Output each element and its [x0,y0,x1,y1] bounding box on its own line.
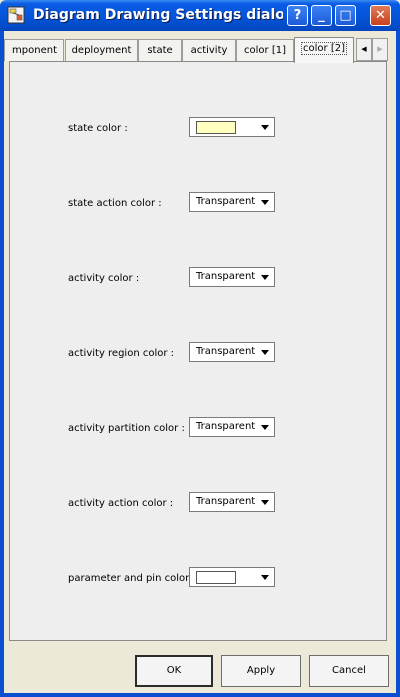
activity-partition-color-value: Transparent [196,421,256,432]
activity-color-combo[interactable]: Transparent [189,267,275,287]
cancel-button[interactable]: Cancel [309,655,389,687]
chevron-down-icon [261,500,269,505]
tab-activity[interactable]: activity [182,39,236,61]
ok-button[interactable]: OK [135,655,213,687]
tab-state[interactable]: state [138,39,182,61]
state-color-combo[interactable] [189,117,275,137]
window-title: Diagram Drawing Settings dialog [33,7,283,23]
window-frame-right [396,31,400,697]
parameter-pin-color-label: parameter and pin color : [68,573,196,584]
tab-component[interactable]: mponent [4,39,64,61]
activity-action-color-combo[interactable]: Transparent [189,492,275,512]
activity-action-color-label: activity action color : [68,498,174,509]
tab-panel-color-2: state color : state action color : Trans… [9,61,387,641]
window-frame-left [0,31,4,697]
chevron-down-icon [261,275,269,280]
state-color-label: state color : [68,123,128,134]
chevron-down-icon [261,425,269,430]
app-icon [7,6,25,24]
minimize-button[interactable]: _ [311,5,332,26]
maximize-button[interactable]: □ [335,5,356,26]
activity-color-label: activity color : [68,273,140,284]
parameter-pin-color-combo[interactable] [189,567,275,587]
activity-region-color-value: Transparent [196,346,256,357]
activity-region-color-combo[interactable]: Transparent [189,342,275,362]
activity-region-color-label: activity region color : [68,348,175,359]
tab-bar: mponent deployment state activity color … [4,37,396,63]
title-bar[interactable]: Diagram Drawing Settings dialog ? _ □ ✕ [0,0,400,31]
activity-action-color-value: Transparent [196,496,256,507]
apply-button[interactable]: Apply [221,655,301,687]
activity-color-value: Transparent [196,271,256,282]
activity-partition-color-label: activity partition color : [68,423,185,434]
close-button[interactable]: ✕ [370,5,391,26]
chevron-right-icon: ▶ [377,45,383,53]
state-action-color-combo[interactable]: Transparent [189,192,275,212]
state-action-color-value: Transparent [196,196,256,207]
state-action-color-label: state action color : [68,198,162,209]
chevron-down-icon [261,575,269,580]
chevron-down-icon [261,125,269,130]
chevron-down-icon [261,200,269,205]
tab-deployment[interactable]: deployment [65,39,138,61]
dialog-window: Diagram Drawing Settings dialog ? _ □ ✕ … [0,0,400,697]
tab-scroll-right-button[interactable]: ▶ [372,38,388,61]
chevron-left-icon: ◀ [361,45,367,53]
activity-partition-color-combo[interactable]: Transparent [189,417,275,437]
parameter-pin-color-swatch [196,571,236,584]
chevron-down-icon [261,350,269,355]
state-color-swatch [196,121,236,134]
tab-color-1[interactable]: color [1] [236,39,294,61]
help-button[interactable]: ? [287,5,308,26]
tab-color-2[interactable]: color [2] [294,37,354,63]
window-frame-bottom [0,693,400,697]
tab-scroll-left-button[interactable]: ◀ [356,38,372,61]
